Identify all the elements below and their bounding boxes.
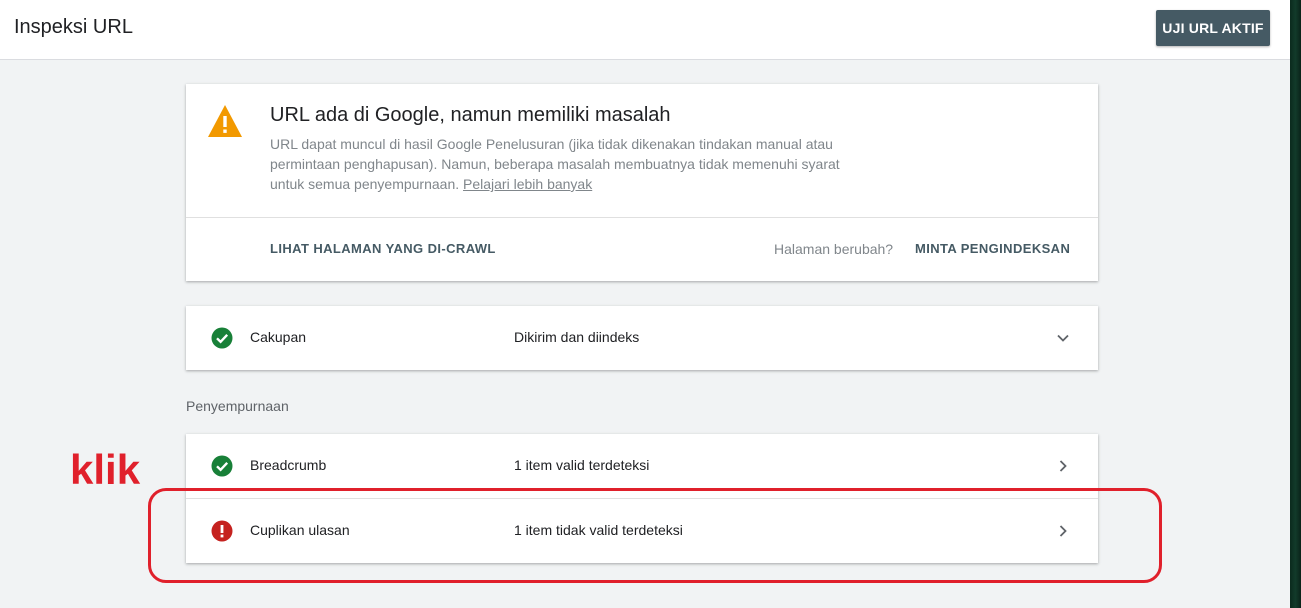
page-changed-label: Halaman berubah?: [774, 241, 894, 257]
index-status-card: URL ada di Google, namun memiliki masala…: [186, 84, 1098, 281]
check-circle-icon: [211, 327, 233, 349]
card-divider: [186, 217, 1098, 218]
enhancement-label: Breadcrumb: [250, 457, 327, 473]
check-circle-icon: [211, 455, 233, 477]
chevron-down-icon[interactable]: [1053, 328, 1073, 348]
status-title: URL ada di Google, namun memiliki masala…: [270, 104, 671, 126]
test-live-url-button[interactable]: UJI URL AKTIF: [1156, 10, 1270, 46]
coverage-card: Cakupan Dikirim dan diindeks: [186, 306, 1098, 370]
status-description: URL dapat muncul di hasil Google Penelus…: [270, 134, 850, 194]
coverage-row[interactable]: Cakupan Dikirim dan diindeks: [186, 306, 1098, 370]
view-crawled-page-button[interactable]: LIHAT HALAMAN YANG DI-CRAWL: [270, 241, 496, 256]
top-bar: Inspeksi URL UJI URL AKTIF: [0, 0, 1290, 60]
coverage-value: Dikirim dan diindeks: [514, 329, 640, 345]
enhancement-row-breadcrumb[interactable]: Breadcrumb 1 item valid terdeteksi: [186, 434, 1098, 498]
warning-icon: [208, 105, 242, 137]
error-circle-icon: [211, 520, 233, 542]
page-title: Inspeksi URL: [14, 16, 133, 38]
enhancement-value: 1 item tidak valid terdeteksi: [514, 522, 683, 538]
annotation-klik-label: klik: [70, 446, 141, 493]
enhancement-row-review-snippet[interactable]: Cuplikan ulasan 1 item tidak valid terde…: [186, 499, 1098, 563]
enhancement-value: 1 item valid terdeteksi: [514, 457, 650, 473]
enhancements-card: Breadcrumb 1 item valid terdeteksi Cupli…: [186, 434, 1098, 563]
background-window-edge: [1290, 0, 1301, 608]
enhancements-section-label: Penyempurnaan: [186, 398, 289, 414]
coverage-label: Cakupan: [250, 329, 307, 345]
enhancement-label: Cuplikan ulasan: [250, 522, 350, 538]
chevron-right-icon[interactable]: [1053, 456, 1073, 476]
chevron-right-icon[interactable]: [1053, 521, 1073, 541]
learn-more-link[interactable]: Pelajari lebih banyak: [463, 176, 592, 192]
request-indexing-button[interactable]: MINTA PENGINDEKSAN: [915, 241, 1070, 256]
